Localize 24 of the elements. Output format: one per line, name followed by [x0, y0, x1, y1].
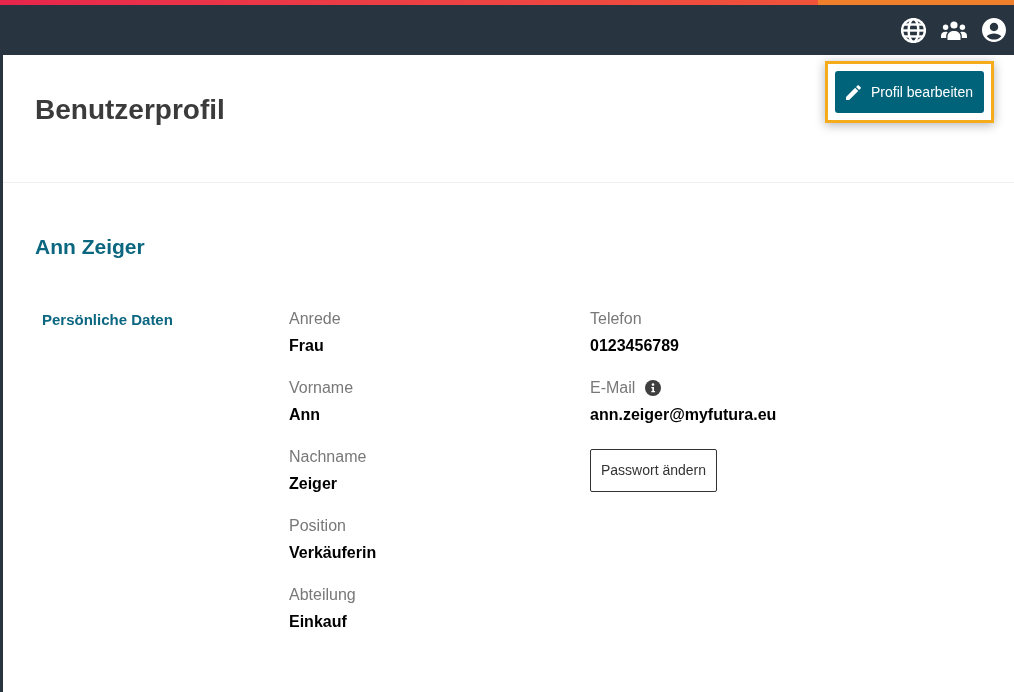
field-value: Zeiger	[289, 474, 337, 494]
change-password-button[interactable]: Passwort ändern	[590, 449, 718, 492]
info-icon[interactable]	[645, 380, 662, 396]
globe-icon[interactable]	[901, 17, 926, 43]
field-label: Position	[289, 516, 346, 536]
field-value: Verkäuferin	[289, 543, 377, 563]
field-value: Einkauf	[289, 612, 347, 632]
field-value: ann.zeiger@myfutura.eu	[590, 405, 777, 425]
field-value: Ann	[289, 405, 321, 425]
field-value: Frau	[289, 336, 324, 356]
field-label: Abteilung	[289, 585, 356, 605]
edit-profile-button[interactable]: Profil bearbeiten	[835, 71, 984, 113]
field-value: 0123456789	[590, 336, 679, 356]
field-label: Vorname	[289, 378, 354, 398]
account-icon[interactable]	[982, 18, 1006, 42]
profile-name: Ann Zeiger	[35, 234, 145, 260]
page-title: Benutzerprofil	[35, 93, 225, 127]
pencil-icon	[846, 84, 861, 100]
field-label: Nachname	[289, 447, 367, 467]
section-heading: Persönliche Daten	[42, 310, 174, 330]
group-icon[interactable]	[941, 20, 967, 40]
field-label: Telefon	[590, 309, 642, 329]
field-label: E-Mail	[590, 378, 636, 398]
field-label: Anrede	[289, 309, 341, 329]
